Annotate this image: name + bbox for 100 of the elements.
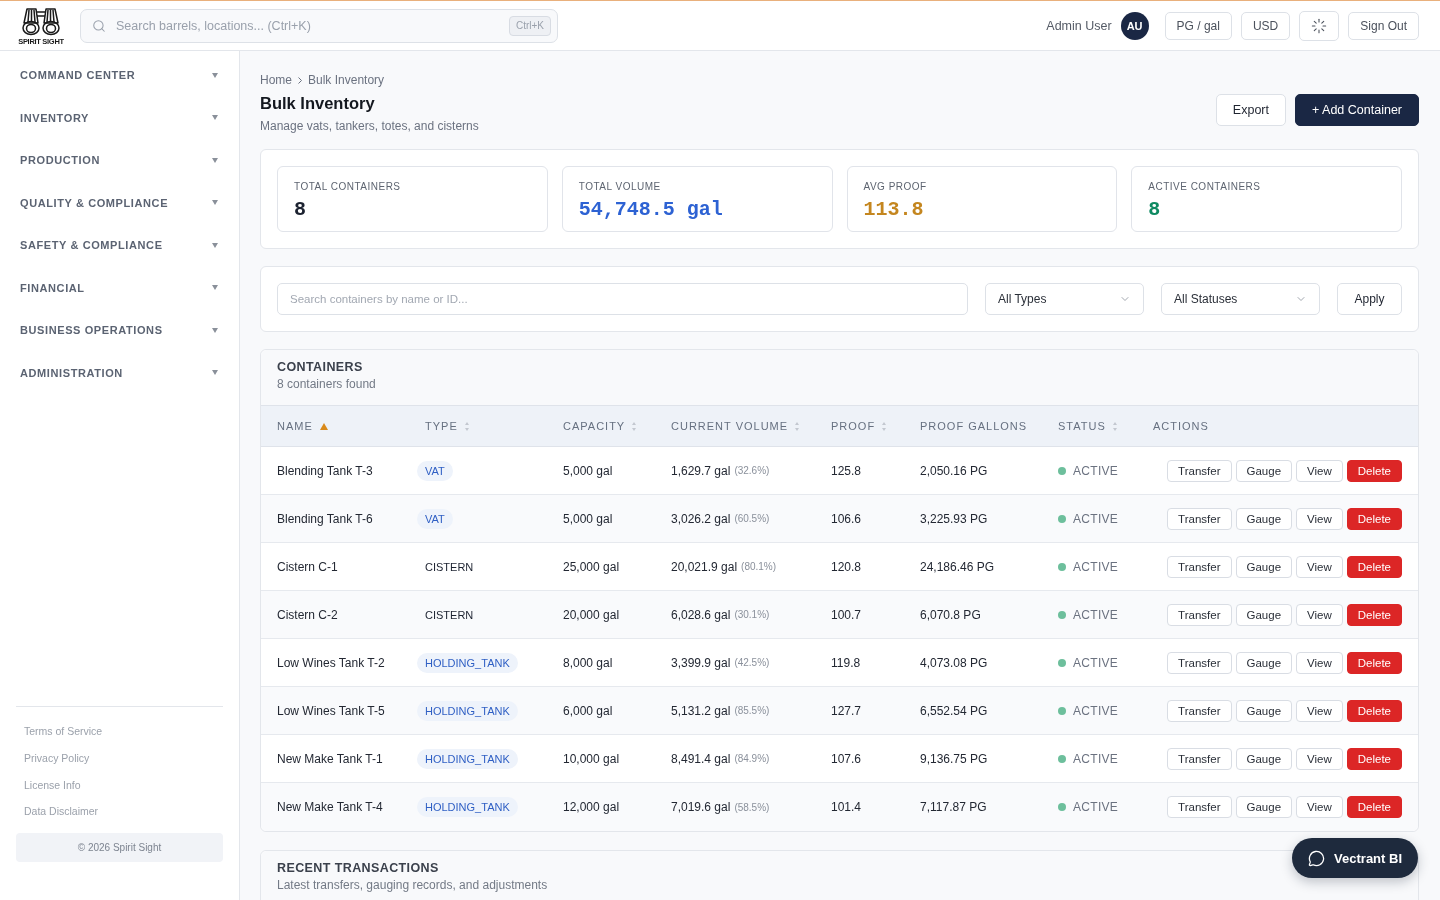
user-name: Admin User <box>1046 18 1112 33</box>
table-cell-text: New Make Tank T-4 <box>276 799 384 816</box>
column-header[interactable]: CAPACITY <box>563 420 637 432</box>
page-title: Bulk Inventory <box>260 93 376 114</box>
user-avatar[interactable]: AU <box>1120 11 1149 40</box>
status-text: ACTIVE <box>1073 607 1119 622</box>
row-action-button[interactable]: View <box>1296 796 1343 818</box>
row-action-button[interactable]: Transfer <box>1167 459 1232 482</box>
status-dot-icon <box>1058 754 1066 763</box>
sidebar-item[interactable]: SAFETY & COMPLIANCE <box>0 224 239 267</box>
filter-select[interactable]: All Types <box>985 283 1144 315</box>
table-cell-text: 8,000 gal <box>562 654 614 672</box>
delete-button[interactable]: Delete <box>1346 603 1402 626</box>
sidebar-item[interactable]: INVENTORY <box>0 96 239 139</box>
column-header[interactable]: CURRENT VOLUME <box>671 420 800 432</box>
caret-icon <box>212 157 218 163</box>
row-action-button[interactable]: View <box>1296 603 1343 626</box>
column-header: PROOF GALLONS <box>920 420 1028 432</box>
header-button[interactable]: USD <box>1240 11 1291 40</box>
sidebar-item[interactable]: QUALITY & COMPLIANCE <box>0 181 239 224</box>
row-action-button[interactable]: Transfer <box>1167 796 1232 818</box>
header-button[interactable]: PG / gal <box>1164 11 1232 40</box>
caret-icon <box>212 285 218 291</box>
table-cell-text: 119.8 <box>830 654 862 672</box>
icon-button[interactable] <box>1299 10 1340 41</box>
delete-button[interactable]: Delete <box>1346 555 1402 578</box>
volume-text: 3,026.2 gal <box>671 511 731 526</box>
filter-select[interactable]: All Statuses <box>1161 283 1320 315</box>
delete-button[interactable]: Delete <box>1346 796 1402 818</box>
percent-text: (58.5%) <box>734 801 770 813</box>
volume-text: 6,028.6 gal <box>671 607 731 622</box>
sidebar-item[interactable]: BUSINESS OPERATIONS <box>0 309 239 352</box>
binoculars-icon <box>21 5 61 36</box>
delete-button[interactable]: Delete <box>1346 747 1402 770</box>
row-action-button[interactable]: Transfer <box>1167 699 1232 722</box>
row-action-button[interactable]: Gauge <box>1235 459 1293 482</box>
sidebar-item[interactable]: ADMINISTRATION <box>0 351 239 394</box>
row-action-button[interactable]: Gauge <box>1235 555 1293 578</box>
row-action-button[interactable]: Gauge <box>1235 699 1293 722</box>
container-search-field[interactable]: Search containers by name or ID... <box>277 283 968 315</box>
add-container-button[interactable]: + Add Container <box>1295 94 1419 126</box>
row-action-button[interactable]: Gauge <box>1235 603 1293 626</box>
row-action-button[interactable]: Transfer <box>1167 747 1232 770</box>
row-action-button[interactable]: Transfer <box>1167 603 1232 626</box>
table-cell-text: 2,050.16 PG <box>919 462 989 480</box>
search-icon <box>92 18 106 33</box>
caret-icon <box>212 72 218 78</box>
delete-button[interactable]: Delete <box>1346 507 1402 530</box>
caret-icon <box>212 242 218 248</box>
percent-text: (60.5%) <box>734 513 770 524</box>
status-dot-icon <box>1058 658 1066 667</box>
apply-button[interactable]: Apply <box>1337 283 1402 315</box>
delete-button[interactable]: Delete <box>1346 651 1402 674</box>
status-dot-icon <box>1058 803 1066 811</box>
row-action-button[interactable]: Gauge <box>1235 796 1293 818</box>
delete-button[interactable]: Delete <box>1346 459 1402 482</box>
status-dot-icon <box>1058 706 1066 715</box>
sidebar-item[interactable]: PRODUCTION <box>0 139 239 182</box>
percent-text: (32.6%) <box>734 465 770 476</box>
row-action-button[interactable]: View <box>1296 747 1343 770</box>
row-action-button[interactable]: View <box>1296 507 1343 530</box>
column-header[interactable]: PROOF <box>831 420 887 432</box>
type-tag: HOLDING_TANK <box>417 797 518 817</box>
table-cell-text: 12,000 gal <box>562 799 621 816</box>
row-action-button[interactable]: View <box>1296 651 1343 674</box>
volume-text: 7,019.6 gal <box>671 800 731 814</box>
caret-icon <box>212 370 218 376</box>
table-cell-text: Cistern C-2 <box>276 606 339 624</box>
row-action-button[interactable]: View <box>1296 555 1343 578</box>
percent-text: (85.5%) <box>734 705 770 716</box>
row-action-button[interactable]: View <box>1296 699 1343 722</box>
chat-button[interactable]: Vectrant BI <box>1292 838 1418 878</box>
status-text: ACTIVE <box>1073 463 1119 478</box>
header-button[interactable]: Sign Out <box>1348 11 1419 40</box>
table-cell-text: 5,000 gal <box>562 510 614 528</box>
type-tag: HOLDING_TANK <box>417 700 518 721</box>
status-text: ACTIVE <box>1073 703 1119 718</box>
sidebar-item[interactable]: FINANCIAL <box>0 266 239 309</box>
column-header[interactable]: TYPE <box>425 420 469 432</box>
row-action-button[interactable]: Gauge <box>1235 507 1293 530</box>
column-header[interactable]: STATUS <box>1058 420 1117 432</box>
export-button[interactable]: Export <box>1215 94 1286 126</box>
volume-text: 1,629.7 gal <box>671 463 731 478</box>
row-action-button[interactable]: Transfer <box>1167 651 1232 674</box>
breadcrumb-current: Bulk Inventory <box>308 73 385 87</box>
stat-label: ACTIVE CONTAINERS <box>1148 180 1262 194</box>
row-action-button[interactable]: View <box>1296 459 1343 482</box>
caret-icon <box>212 200 218 206</box>
table-cell-text: 6,000 gal <box>562 702 614 720</box>
row-action-button[interactable]: Gauge <box>1235 651 1293 674</box>
delete-button[interactable]: Delete <box>1346 699 1402 722</box>
panel-subtitle: 8 containers found <box>277 376 376 392</box>
row-action-button[interactable]: Gauge <box>1235 747 1293 770</box>
column-header[interactable]: NAME <box>277 420 328 432</box>
breadcrumb-link[interactable]: Home <box>260 73 292 87</box>
row-action-button[interactable]: Transfer <box>1167 555 1232 578</box>
row-action-button[interactable]: Transfer <box>1167 507 1232 530</box>
sidebar-item[interactable]: COMMAND CENTER <box>0 54 239 97</box>
volume-text: 8,491.4 gal <box>671 751 731 766</box>
table-cell-text: 5,000 gal <box>562 462 614 480</box>
